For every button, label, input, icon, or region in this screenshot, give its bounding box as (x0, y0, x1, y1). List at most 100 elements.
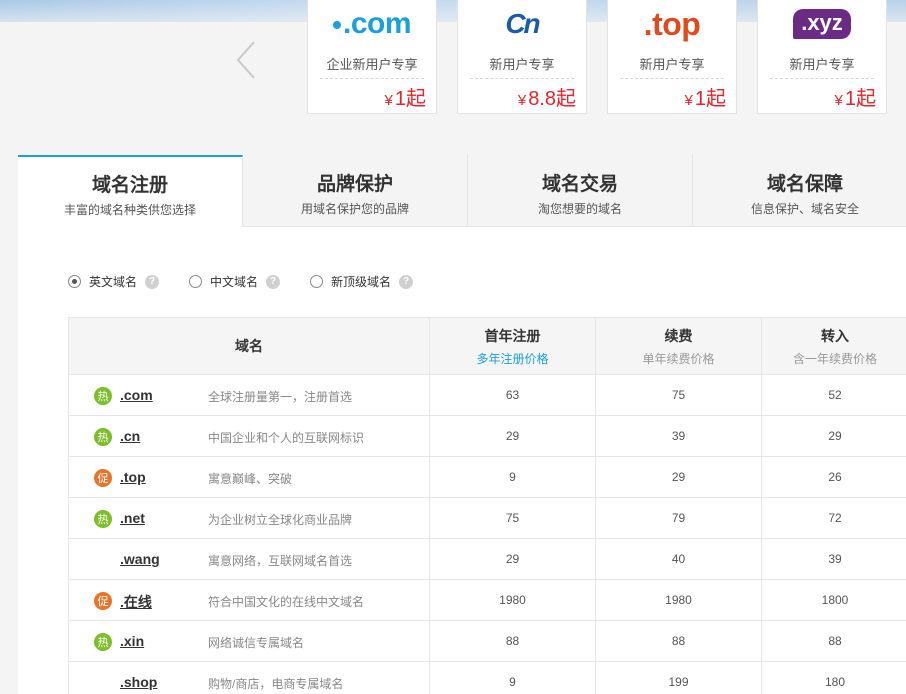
domain-cell: 促 .top 寓意巅峰、突破 (68, 456, 430, 498)
domain-name-link[interactable]: .在线 (120, 592, 152, 612)
tab-desc: 丰富的域名种类供您选择 (63, 203, 196, 217)
domain-cell: 促 .在线 符合中国文化的在线中文域名 (68, 579, 430, 621)
tab-desc: 信息保护、域名安全 (750, 202, 859, 216)
domain-name-link[interactable]: .shop (120, 674, 157, 690)
first-year-price: 9 (429, 456, 596, 498)
tab-domain-guarantee[interactable]: 域名保障 信息保护、域名安全 (693, 155, 906, 227)
first-year-price: 88 (429, 620, 596, 662)
transfer-price: 26 (761, 456, 906, 498)
transfer-price: 1800 (761, 579, 906, 621)
promo-card-com[interactable]: .com 企业新用户专享 ¥1起 (307, 0, 437, 114)
promo-badge: 促 (94, 469, 112, 487)
first-year-price: 63 (429, 374, 596, 416)
domain-desc: 寓意网络，互联网域名首选 (208, 554, 353, 568)
header-renew: 续费 单年续费价格 (595, 317, 762, 375)
promo-desc: 新用户专享 (639, 57, 705, 72)
table-row[interactable]: 热 .net 为企业树立全球化商业品牌 75 79 72 (68, 497, 906, 539)
promo-card-cn[interactable]: Cn 新用户专享 ¥8.8起 (457, 0, 587, 114)
promo-card-top[interactable]: .top 新用户专享 ¥1起 (607, 0, 737, 114)
domain-desc: 为企业树立全球化商业品牌 (208, 513, 353, 527)
domain-price-table: 域名 首年注册 多年注册价格 续费 单年续费价格 转入 含一年续费价格 热 .com 全球… (68, 317, 906, 694)
renew-price: 1980 (595, 579, 762, 621)
xyz-logo: .xyz (768, 4, 876, 44)
table-row[interactable]: 热 .com 全球注册量第一，注册首选 63 75 52 (68, 374, 906, 416)
domain-register-panel: 英文域名 ? 中文域名 ? 新顶级域名 ? 域名 首年注册 多年注册价格 续费 单年… (18, 227, 906, 694)
domain-name-link[interactable]: .wang (120, 551, 160, 567)
transfer-price: 52 (761, 374, 906, 416)
hot-badge: 热 (94, 428, 112, 446)
first-year-price: 29 (429, 538, 596, 580)
domain-cell: .shop 购物/商店，电商专属域名 (68, 661, 430, 694)
transfer-price: 39 (761, 538, 906, 580)
domain-name-link[interactable]: .cn (120, 428, 140, 444)
xyz-logo-text: .xyz (793, 9, 851, 39)
promo-desc: 新用户专享 (789, 57, 855, 72)
table-row[interactable]: .shop 购物/商店，电商专属域名 9 199 180 (68, 661, 906, 694)
domain-cell: 热 .xin 网络诚信专属域名 (68, 620, 430, 662)
renew-price: 39 (595, 415, 762, 457)
domain-cell: 热 .com 全球注册量第一，注册首选 (68, 374, 430, 416)
cn-logo: Cn (468, 4, 576, 44)
domain-name-link[interactable]: .com (120, 387, 153, 403)
promo-price: ¥8.8起 (517, 88, 576, 110)
promo-card-xyz[interactable]: .xyz 新用户专享 ¥1起 (757, 0, 887, 114)
domain-name-link[interactable]: .net (120, 510, 145, 526)
tab-domain-register[interactable]: 域名注册 丰富的域名种类供您选择 (18, 155, 243, 227)
renew-price: 40 (595, 538, 762, 580)
radio-chinese-domain[interactable]: 中文域名 ? (189, 273, 281, 290)
first-year-price: 29 (429, 415, 596, 457)
domain-type-filter: 英文域名 ? 中文域名 ? 新顶级域名 ? (68, 273, 443, 290)
domain-cell: .wang 寓意网络，互联网域名首选 (68, 538, 430, 580)
table-row[interactable]: 促 .top 寓意巅峰、突破 9 29 26 (68, 456, 906, 498)
carousel-prev-arrow-icon[interactable] (232, 38, 262, 82)
table-row[interactable]: .wang 寓意网络，互联网域名首选 29 40 39 (68, 538, 906, 580)
header-domain: 域名 (68, 317, 430, 375)
tab-domain-trade[interactable]: 域名交易 淘您想要的域名 (468, 155, 693, 227)
radio-button[interactable] (68, 275, 81, 288)
transfer-price: 88 (761, 620, 906, 662)
first-year-price: 1980 (429, 579, 596, 621)
tab-desc: 用域名保护您的品牌 (300, 202, 409, 216)
first-year-price: 9 (429, 661, 596, 694)
radio-label: 新顶级域名 (331, 275, 392, 289)
radio-button[interactable] (310, 275, 324, 288)
hot-badge: 热 (94, 387, 112, 405)
tab-desc: 淘您想要的域名 (537, 202, 622, 216)
renew-price: 75 (595, 374, 762, 416)
domain-desc: 网络诚信专属域名 (208, 636, 305, 650)
renew-price: 29 (595, 456, 762, 498)
transfer-price: 29 (761, 415, 906, 457)
promo-desc: 企业新用户专享 (326, 57, 418, 72)
domain-desc: 符合中国文化的在线中文域名 (208, 595, 365, 609)
radio-label: 英文域名 (89, 275, 138, 289)
radio-label: 中文域名 (210, 275, 259, 289)
table-row[interactable]: 热 .cn 中国企业和个人的互联网标识 29 39 29 (68, 415, 906, 457)
help-icon[interactable]: ? (266, 274, 281, 289)
hot-badge: 热 (94, 510, 112, 528)
radio-button[interactable] (189, 275, 203, 288)
domain-name-link[interactable]: .xin (120, 633, 144, 649)
help-icon[interactable]: ? (145, 274, 160, 289)
domain-cell: 热 .cn 中国企业和个人的互联网标识 (68, 415, 430, 457)
transfer-price: 180 (761, 661, 906, 694)
domain-desc: 中国企业和个人的互联网标识 (208, 431, 365, 445)
table-row[interactable]: 热 .xin 网络诚信专属域名 88 88 88 (68, 620, 906, 662)
domain-desc: 寓意巅峰、突破 (208, 472, 293, 486)
domain-name-link[interactable]: .top (120, 469, 146, 485)
renew-price: 79 (595, 497, 762, 539)
table-row[interactable]: 促 .在线 符合中国文化的在线中文域名 1980 1980 1800 (68, 579, 906, 621)
tab-title: 品牌保护 (316, 174, 393, 195)
promo-price: ¥1起 (684, 88, 726, 110)
tab-brand-protection[interactable]: 品牌保护 用域名保护您的品牌 (243, 155, 468, 227)
domain-desc: 购物/商店，电商专属域名 (208, 677, 344, 691)
header-transfer: 转入 含一年续费价格 (761, 317, 906, 375)
first-year-price: 75 (429, 497, 596, 539)
radio-english-domain[interactable]: 英文域名 ? (68, 273, 160, 290)
radio-new-tld[interactable]: 新顶级域名 ? (310, 273, 414, 290)
top-logo-text: .top (643, 5, 701, 42)
cn-logo-text: Cn (505, 8, 540, 39)
multi-year-price-link[interactable]: 多年注册价格 (430, 350, 595, 367)
hot-badge: 热 (94, 633, 112, 651)
help-icon[interactable]: ? (399, 274, 414, 289)
renew-price: 88 (595, 620, 762, 662)
